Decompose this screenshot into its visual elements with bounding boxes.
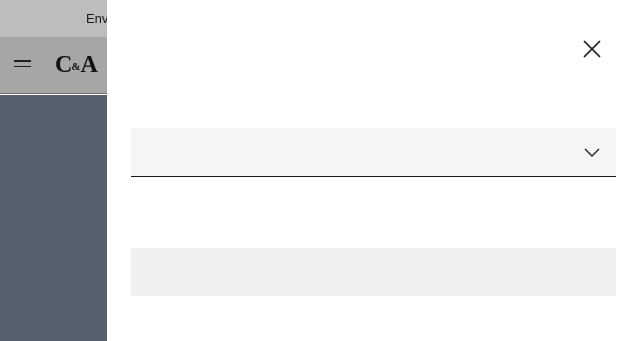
select-dropdown[interactable] bbox=[131, 128, 616, 177]
close-icon[interactable] bbox=[581, 38, 603, 60]
submit-button[interactable] bbox=[131, 248, 616, 296]
chevron-down-icon bbox=[584, 148, 600, 157]
side-drawer bbox=[107, 0, 640, 341]
